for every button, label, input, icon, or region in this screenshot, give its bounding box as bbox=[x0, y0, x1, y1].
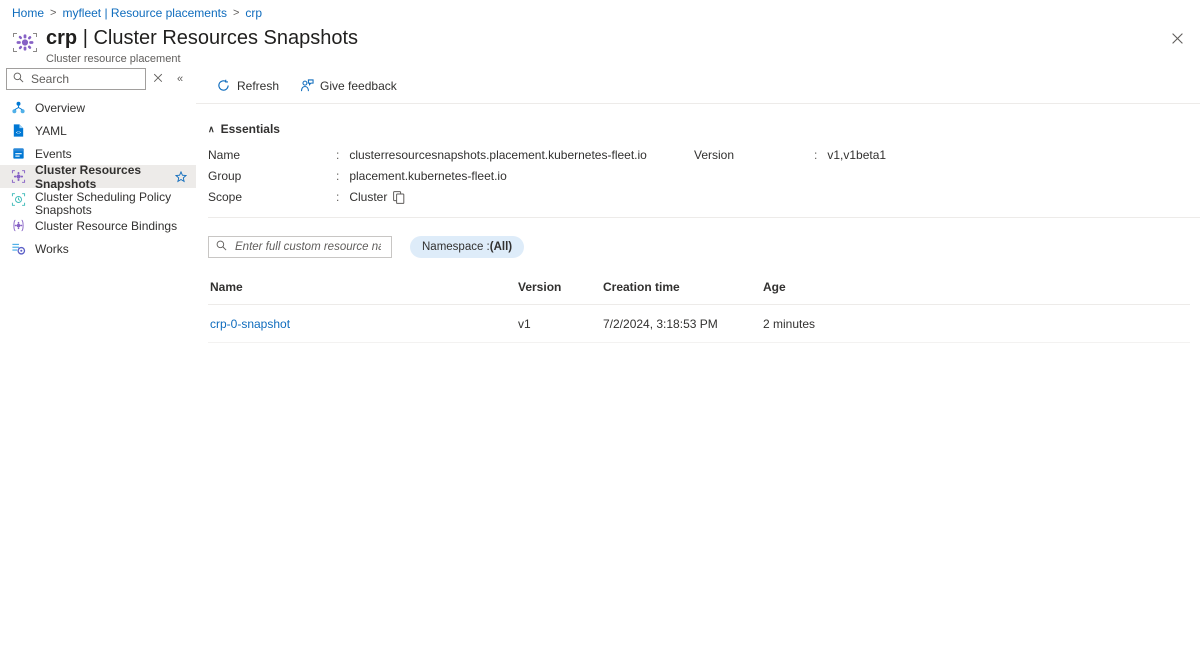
search-icon bbox=[216, 238, 227, 256]
refresh-icon bbox=[216, 78, 231, 93]
snapshots-table: Name Version Creation time Age crp-0-sna… bbox=[208, 280, 1190, 343]
snapshot-version: v1 bbox=[518, 317, 603, 331]
chevron-up-icon: ∧ bbox=[208, 124, 215, 135]
essentials-key-group: Group bbox=[208, 169, 336, 183]
events-icon bbox=[10, 146, 26, 162]
breadcrumb-item-home[interactable]: Home bbox=[12, 5, 44, 21]
page-title: crp | Cluster Resources Snapshots bbox=[46, 26, 358, 50]
search-box[interactable] bbox=[6, 68, 146, 90]
filter-bar: Namespace : (All) bbox=[196, 218, 1200, 258]
essentials-spacer bbox=[694, 190, 814, 204]
sidebar-item-cluster-resource-bindings[interactable]: Cluster Resource Bindings bbox=[0, 214, 196, 237]
sidebar-item-cluster-resources-snapshots[interactable]: Cluster Resources Snapshots bbox=[0, 165, 196, 188]
table-row[interactable]: crp-0-snapshot v1 7/2/2024, 3:18:53 PM 2… bbox=[208, 305, 1190, 343]
feedback-label: Give feedback bbox=[320, 79, 397, 93]
command-toolbar: Refresh Give feedback bbox=[196, 68, 1200, 104]
essentials-toggle[interactable]: ∧ Essentials bbox=[208, 122, 298, 136]
essentials-spacer bbox=[694, 169, 814, 183]
snapshot-creation-time: 7/2/2024, 3:18:53 PM bbox=[603, 317, 763, 331]
essentials-group-text: placement.kubernetes-fleet.io bbox=[349, 169, 506, 183]
sidebar-item-cluster-scheduling-policy-snapshots[interactable]: Cluster Scheduling Policy Snapshots bbox=[0, 188, 196, 214]
sidebar-item-label: Cluster Resource Bindings bbox=[35, 219, 188, 233]
yaml-document-icon: <> bbox=[10, 123, 26, 139]
essentials-title: Essentials bbox=[221, 122, 280, 136]
table-header-row: Name Version Creation time Age bbox=[208, 280, 1190, 305]
essentials-value-name: : clusterresourcesnapshots.placement.kub… bbox=[336, 148, 694, 162]
column-header-age[interactable]: Age bbox=[763, 280, 1190, 294]
collapse-pane-icon[interactable]: « bbox=[170, 68, 190, 90]
page-title-resource: crp bbox=[46, 27, 77, 49]
colon: : bbox=[336, 190, 339, 204]
sidebar-item-yaml[interactable]: <> YAML bbox=[0, 119, 196, 142]
snapshot-name-link[interactable]: crp-0-snapshot bbox=[210, 317, 518, 331]
colon: : bbox=[336, 148, 339, 162]
more-options-button[interactable]: ··· bbox=[315, 31, 332, 47]
essentials-value-scope: : Cluster bbox=[336, 190, 694, 204]
essentials-grid: Name : clusterresourcesnapshots.placemen… bbox=[208, 148, 1200, 204]
namespace-filter-label: Namespace : bbox=[422, 241, 490, 253]
svg-text:<>: <> bbox=[15, 130, 21, 135]
page-subtitle: Cluster resource placement bbox=[46, 52, 358, 66]
resource-name-input[interactable] bbox=[233, 240, 383, 254]
colon: : bbox=[814, 148, 817, 162]
refresh-label: Refresh bbox=[237, 79, 279, 93]
overview-icon bbox=[10, 100, 26, 116]
give-feedback-button[interactable]: Give feedback bbox=[291, 73, 405, 99]
sidebar-item-label: Works bbox=[35, 242, 188, 256]
policy-snapshot-icon bbox=[10, 191, 26, 207]
feedback-person-icon bbox=[299, 78, 314, 93]
colon: : bbox=[336, 169, 339, 183]
sidebar-nav: Overview <> YAML bbox=[0, 96, 196, 260]
sidebar-item-works[interactable]: Works bbox=[0, 237, 196, 260]
resource-name-filter[interactable] bbox=[208, 236, 392, 258]
sidebar-item-label: Overview bbox=[35, 101, 188, 115]
namespace-filter-value: (All) bbox=[490, 241, 512, 253]
column-header-version[interactable]: Version bbox=[518, 280, 603, 294]
essentials-section: ∧ Essentials Name : clusterresourcesnaps… bbox=[196, 104, 1200, 218]
essentials-name-text: clusterresourcesnapshots.placement.kuber… bbox=[349, 148, 647, 162]
namespace-filter-pill[interactable]: Namespace : (All) bbox=[410, 236, 524, 258]
essentials-spacer bbox=[814, 190, 1200, 204]
essentials-key-name: Name bbox=[208, 148, 336, 162]
essentials-spacer bbox=[814, 169, 1200, 183]
page-title-row: crp | Cluster Resources Snapshots Cluste… bbox=[12, 26, 358, 66]
main-content: Refresh Give feedback ∧ Essentials bbox=[196, 68, 1200, 655]
breadcrumb-item-myfleet[interactable]: myfleet | Resource placements bbox=[62, 5, 227, 21]
essentials-value-version: : v1,v1beta1 bbox=[814, 148, 1200, 162]
breadcrumb-separator: > bbox=[50, 5, 56, 21]
essentials-value-group: : placement.kubernetes-fleet.io bbox=[336, 169, 694, 183]
sidebar-search-row: ⨉ « bbox=[0, 68, 196, 90]
column-header-name[interactable]: Name bbox=[210, 280, 518, 294]
close-blade-button[interactable] bbox=[1166, 27, 1188, 49]
copy-to-clipboard-icon[interactable] bbox=[393, 191, 405, 204]
snapshot-age: 2 minutes bbox=[763, 317, 1190, 331]
resource-binding-icon bbox=[10, 218, 26, 234]
works-icon bbox=[10, 241, 26, 257]
breadcrumb-item-crp[interactable]: crp bbox=[245, 5, 262, 21]
search-icon bbox=[13, 70, 24, 88]
page-title-divider: | bbox=[83, 27, 88, 49]
collapse-all-icon[interactable]: ⨉ bbox=[148, 68, 168, 90]
sidebar-item-label: YAML bbox=[35, 124, 188, 138]
column-header-creation-time[interactable]: Creation time bbox=[603, 280, 763, 294]
favorite-star-icon[interactable] bbox=[174, 171, 188, 183]
sidebar-item-label: Cluster Resources Snapshots bbox=[35, 163, 165, 191]
breadcrumb-separator: > bbox=[233, 5, 239, 21]
breadcrumb: Home > myfleet | Resource placements > c… bbox=[12, 5, 262, 21]
essentials-version-text: v1,v1beta1 bbox=[827, 148, 886, 162]
cluster-snapshot-icon bbox=[10, 169, 26, 185]
essentials-key-scope: Scope bbox=[208, 190, 336, 204]
essentials-scope-text: Cluster bbox=[349, 190, 387, 204]
sidebar: ⨉ « Overview bbox=[0, 68, 196, 648]
essentials-key-version: Version bbox=[694, 148, 814, 162]
refresh-button[interactable]: Refresh bbox=[208, 73, 287, 99]
azure-portal-blade: Home > myfleet | Resource placements > c… bbox=[0, 0, 1200, 655]
cluster-resource-placement-icon bbox=[12, 29, 38, 59]
sidebar-item-label: Events bbox=[35, 147, 188, 161]
sidebar-item-overview[interactable]: Overview bbox=[0, 96, 196, 119]
search-input[interactable] bbox=[29, 71, 139, 87]
